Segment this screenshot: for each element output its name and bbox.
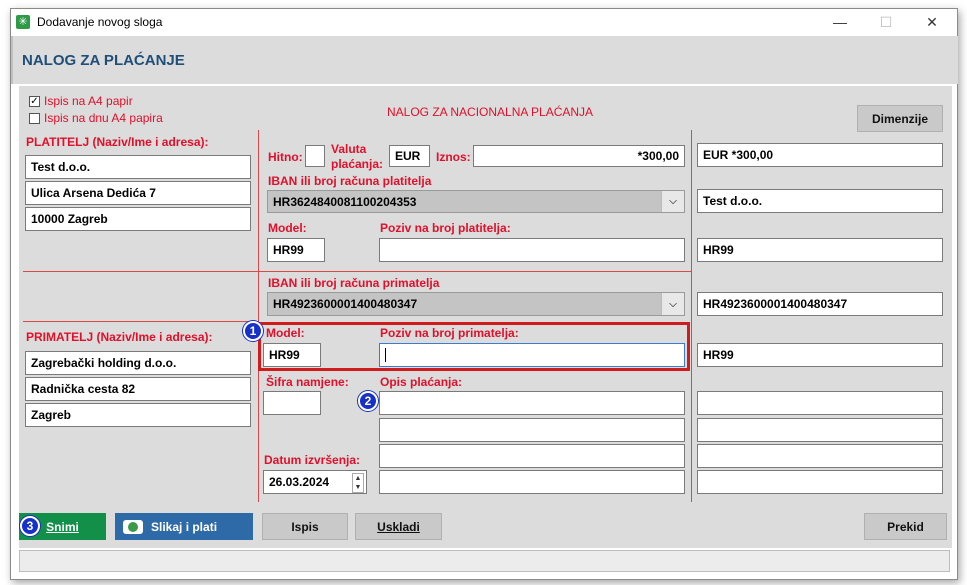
iban-platitelja-select[interactable]: HR3624840081100204353 ⌵ [267,190,685,213]
primatelj-line-3[interactable]: Zagreb [25,403,251,427]
sifra-label: Šifra namjene: [266,375,349,389]
iban-platitelja-label: IBAN ili broj računa platitelja [268,174,432,188]
primatelj-line-1[interactable]: Zagrebački holding d.o.o. [25,351,251,375]
platitelj-line-2[interactable]: Ulica Arsena Dedića 7 [25,181,251,205]
page-title: NALOG ZA PLAĆANJE [22,52,185,69]
app-icon: ✳ [16,15,30,29]
iban-platitelja-value: HR3624840081100204353 [273,194,417,209]
platitelj-line-1[interactable]: Test d.o.o. [25,155,251,179]
opis-line-2[interactable] [379,418,685,442]
iban-primatelja-select[interactable]: HR4923600001400480347 ⌵ [267,292,685,316]
uskladi-label: Uskladi [377,519,420,534]
model-platitelja-label: Model: [268,221,307,235]
iznos-field[interactable]: *300,00 [473,145,685,167]
platitelj-label: PLATITELJ (Naziv/Ime i adresa): [26,135,209,149]
divider-left [258,130,259,502]
summary-platitelj[interactable]: Test d.o.o. [697,189,943,213]
maximize-icon[interactable]: ☐ [866,11,906,33]
iznos-label: Iznos: [436,150,471,164]
a4-label: Ispis na A4 papir [44,94,133,108]
ispis-button[interactable]: Ispis [262,513,348,540]
ispis-label: Ispis [291,519,319,534]
valuta-label-1: Valuta [331,142,367,156]
divider-primatelj [23,321,258,322]
model-platitelja-field[interactable]: HR99 [267,238,325,262]
platitelj-line-3[interactable]: 10000 Zagreb [25,207,251,231]
valuta-label-2: plaćanja: [331,157,384,171]
datum-value: 26.03.2024 [269,475,330,489]
summary-iznos[interactable]: EUR *300,00 [697,143,943,167]
poziv-platitelja-label: Poziv na broj platitelja: [380,221,511,235]
a4-checkbox[interactable]: ✓ [29,96,40,107]
slikaj-i-plati-button[interactable]: Slikaj i plati [115,513,253,540]
valuta-field[interactable]: EUR [389,145,430,167]
summary-opis-line-4[interactable] [697,470,943,494]
bottom-a4-checkbox[interactable] [29,113,40,124]
opis-line-3[interactable] [379,444,685,468]
snimi-label: Snimi [46,519,79,534]
opis-label: Opis plaćanja: [380,375,463,389]
summary-iban-primatelja[interactable]: HR4923600001400480347 [697,292,943,316]
opis-line-1[interactable] [379,391,685,415]
uskladi-button[interactable]: Uskladi [355,513,442,540]
dimenzije-button[interactable]: Dimenzije [857,105,943,132]
prekid-button[interactable]: Prekid [864,513,947,540]
highlight-box [258,322,690,371]
close-icon[interactable]: ✕ [912,11,952,33]
iban-primatelja-value: HR4923600001400480347 [273,297,418,311]
hitno-checkbox[interactable] [305,145,325,167]
camera-icon [123,519,143,534]
section-title: NALOG ZA NACIONALNA PLAĆANJA [387,105,594,119]
step-badge-1: 1 [243,321,263,341]
datum-label: Datum izvršenja: [264,453,361,467]
step-badge-2: 2 [358,391,378,411]
bottom-a4-label: Ispis na dnu A4 papira [44,111,163,125]
datum-field[interactable]: 26.03.2024 ▲ ▼ [263,470,367,494]
step-badge-3: 3 [20,516,40,536]
window-title: Dodavanje novog sloga [37,15,163,29]
chevron-down-icon[interactable]: ⌵ [661,293,684,315]
date-spinner-icon[interactable]: ▲ ▼ [352,473,364,493]
opis-line-4[interactable] [379,470,685,494]
divider-middle [23,271,691,272]
chevron-down-icon[interactable]: ⌵ [661,191,684,212]
summary-opis-line-1[interactable] [697,391,943,415]
minimize-icon[interactable]: — [820,11,860,33]
summary-opis-line-3[interactable] [697,444,943,468]
hitno-label: Hitno: [268,150,303,164]
summary-opis-line-2[interactable] [697,418,943,442]
primatelj-label: PRIMATELJ (Naziv/Ime i adresa): [26,330,213,344]
iban-primatelja-label: IBAN ili broj računa primatelja [268,276,440,290]
status-bar [19,550,950,572]
poziv-platitelja-field[interactable] [379,238,685,262]
primatelj-line-2[interactable]: Radnička cesta 82 [25,377,251,401]
summary-model-platitelja[interactable]: HR99 [697,238,943,262]
divider-right [691,130,692,502]
slikaj-label: Slikaj i plati [151,519,218,534]
prekid-label: Prekid [887,519,924,534]
summary-model-primatelja[interactable]: HR99 [697,343,943,367]
sifra-field[interactable] [263,391,321,415]
